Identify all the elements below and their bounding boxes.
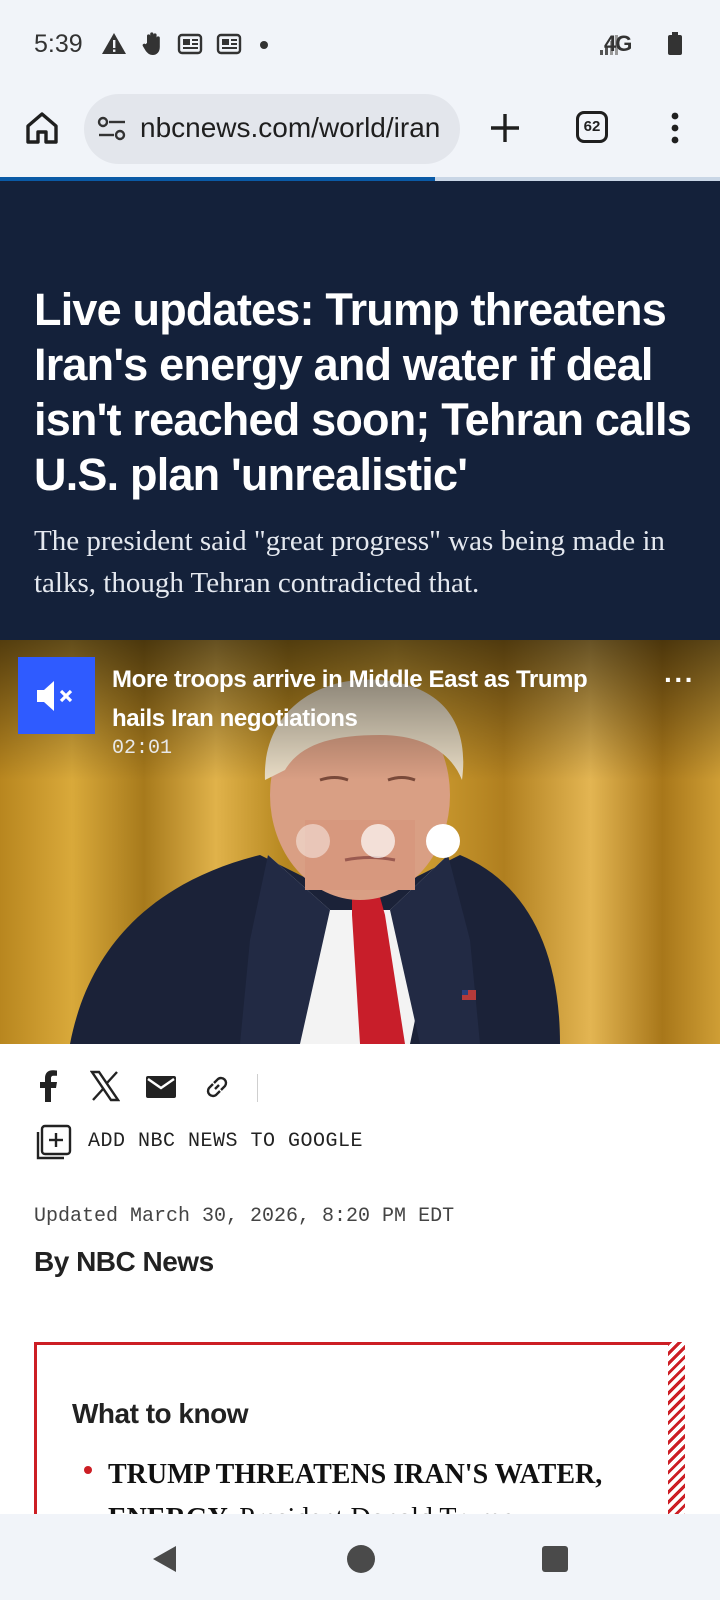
facebook-icon[interactable] — [36, 1070, 60, 1102]
add-nbc-news-to-google-link[interactable]: ADD NBC NEWS TO GOOGLE — [88, 1130, 363, 1153]
warning-icon — [102, 33, 126, 54]
article-headline: Live updates: Trump threatens Iran's ene… — [34, 284, 692, 500]
email-icon[interactable] — [146, 1076, 176, 1098]
link-icon[interactable] — [202, 1072, 232, 1102]
add-to-google-icon[interactable] — [34, 1124, 72, 1162]
loading-dot — [361, 824, 395, 858]
muted-speaker-icon — [37, 681, 73, 711]
what-to-know-title: What to know — [72, 1398, 248, 1429]
status-time: 5:39 — [34, 30, 83, 58]
video-duration: 02:01 — [112, 737, 173, 760]
video-title[interactable]: More troops arrive in Middle East as Tru… — [112, 660, 602, 738]
share-divider — [257, 1074, 258, 1102]
byline[interactable]: By NBC News — [34, 1246, 214, 1278]
article-dek: The president said "great progress" was … — [34, 525, 665, 599]
network-type: 4G — [604, 31, 632, 56]
loading-dot — [296, 824, 330, 858]
new-tab-icon[interactable] — [487, 110, 523, 146]
home-icon[interactable] — [22, 108, 62, 148]
battery-icon — [668, 32, 682, 55]
url-text[interactable]: nbcnews.com/world/iran — [140, 112, 440, 144]
site-settings-icon[interactable] — [96, 114, 128, 144]
news-icon — [177, 33, 203, 55]
x-icon[interactable] — [90, 1070, 120, 1102]
news-icon — [216, 33, 242, 55]
home-nav-icon[interactable] — [346, 1544, 376, 1574]
video-more-options-icon[interactable]: ··· — [664, 664, 695, 696]
loading-dot — [426, 824, 460, 858]
updated-timestamp: Updated March 30, 2026, 8:20 PM EDT — [34, 1205, 455, 1228]
dot-icon — [260, 41, 268, 49]
tabs-icon[interactable]: 62 — [576, 111, 608, 143]
recents-icon[interactable] — [542, 1546, 568, 1572]
back-icon[interactable] — [150, 1543, 180, 1575]
bullet-icon — [84, 1466, 92, 1474]
hand-icon — [142, 32, 160, 55]
mute-button[interactable] — [18, 657, 95, 734]
menu-icon[interactable] — [668, 110, 682, 146]
